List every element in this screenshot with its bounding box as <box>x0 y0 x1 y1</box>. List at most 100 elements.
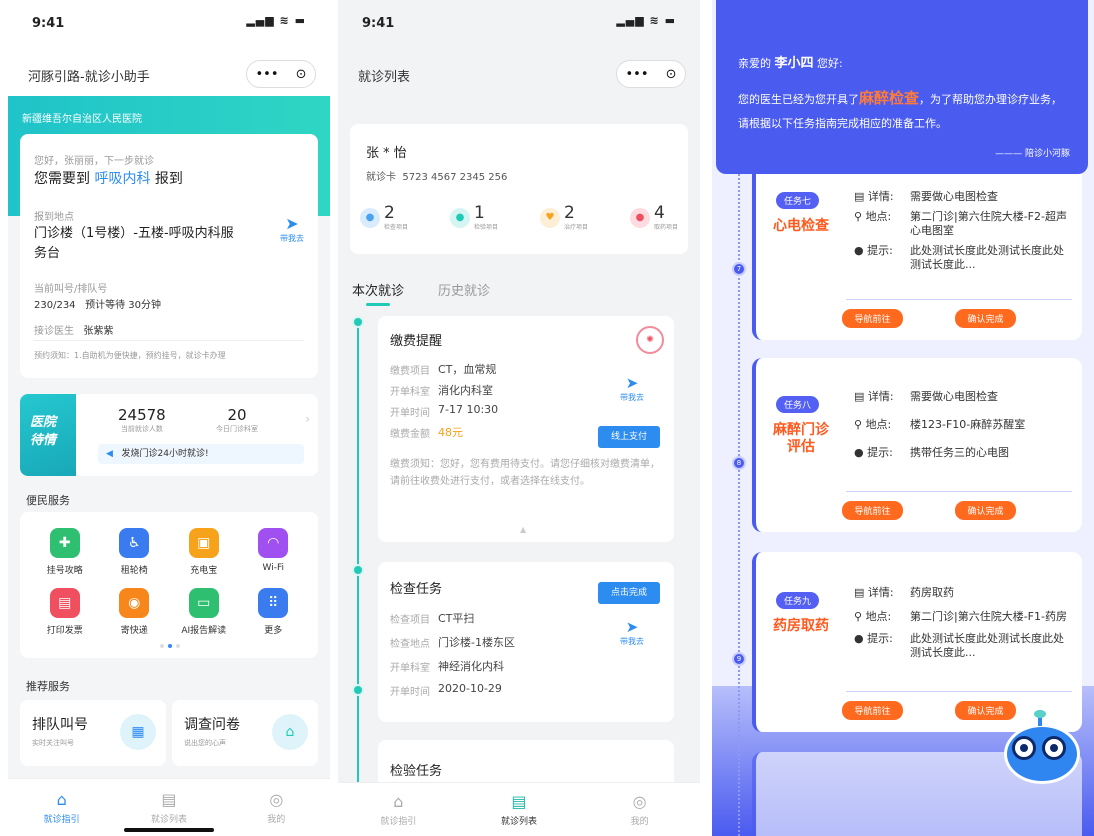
more-icon[interactable]: ••• <box>626 67 649 82</box>
tab-guide[interactable]: ⌂ 就诊指引 <box>32 790 92 825</box>
service-powerbank[interactable]: ▣ 充电宝 <box>169 528 239 576</box>
nav-button[interactable]: ➤ 带我去 <box>280 214 304 244</box>
tip-value: 携带任务三的心电图 <box>910 446 1009 459</box>
collapse-icon[interactable]: ▲ <box>520 525 526 534</box>
stat-num: 2 <box>384 203 395 223</box>
more-icon[interactable]: ••• <box>256 67 279 82</box>
tip-row: ● 提示: 携带任务三的心电图 <box>854 446 1072 460</box>
timeline-dot <box>352 684 364 696</box>
card-label: 就诊卡 <box>366 172 396 183</box>
nav-button[interactable]: ➤ 带我去 <box>620 618 644 647</box>
wait-time: 预计等待 30分钟 <box>85 300 161 311</box>
detail-row: ▤ 详情: 需要做心电图检查 <box>854 390 1072 404</box>
service-label: 租轮椅 <box>120 566 148 576</box>
tab-label: 我的 <box>630 817 649 827</box>
report-icon: ▭ <box>188 588 219 618</box>
hospital-name: 新疆维吾尔自治区人民医院 <box>22 114 142 125</box>
complete-button[interactable]: 点击完成 <box>598 582 660 604</box>
tab-mine[interactable]: ◎ 我的 <box>610 792 670 827</box>
service-more[interactable]: ⠿ 更多 <box>239 588 309 636</box>
fever-notice[interactable]: ◀ 发烧门诊24小时就诊! <box>98 444 304 464</box>
timeline-dot <box>352 564 364 576</box>
service-label: 挂号攻略 <box>46 566 83 576</box>
greeting-line: 亲爱的 李小四 您好: <box>738 52 843 71</box>
navigate-button[interactable]: 导航前往 <box>842 309 903 328</box>
guide-screen: 9:41 ▂▄▆ ≋ ▬ 河豚引路-就诊小助手 ••• ⊙ 新疆维吾尔自治区人民… <box>8 0 330 836</box>
navigate-icon: ➤ <box>625 374 639 392</box>
exam-row: 开单科室 神经消化内科 <box>390 658 515 674</box>
service-wheelchair[interactable]: ♿ 租轮椅 <box>100 528 170 576</box>
payment-notice: 缴费须知：您好，您有费用待支付。请您仔细核对缴费清单，请前往收费处进行支付，或者… <box>390 459 660 487</box>
pay-value: 消化内科室 <box>438 384 493 397</box>
stat-exam[interactable]: ● 2 检查项目 <box>360 204 408 231</box>
pin-icon: ⚲ <box>854 418 866 431</box>
tab-label: 就诊指引 <box>43 815 80 825</box>
nav-button[interactable]: ➤ 带我去 <box>620 374 644 403</box>
service-register-guide[interactable]: ✚ 挂号攻略 <box>30 528 100 576</box>
divider <box>846 491 1072 492</box>
rec-queue-card[interactable]: 排队叫号 实时关注叫号 ▦ <box>20 700 166 766</box>
exam-key: 检查地点 <box>390 639 430 650</box>
capsule-menu[interactable]: ••• ⊙ <box>616 60 686 88</box>
step-dot: 9 <box>732 652 746 666</box>
close-icon[interactable]: ⊙ <box>666 67 677 82</box>
exam-key: 检查项目 <box>390 615 430 626</box>
pay-key: 缴费金额 <box>390 429 430 440</box>
stat-label: 治疗项目 <box>563 224 588 231</box>
tab-history[interactable]: 历史就诊 <box>438 280 490 299</box>
tip-line: ● 提示: <box>854 446 910 460</box>
stat-label: 取药项目 <box>653 224 678 231</box>
wifi-icon: ◠ <box>258 528 289 558</box>
mascot-icon[interactable] <box>998 710 1084 790</box>
stat-label: 检验项目 <box>473 224 498 231</box>
stat-num: 2 <box>563 203 575 223</box>
stat-depts-num: 20 <box>227 406 247 424</box>
tab-label: 就诊列表 <box>150 815 187 825</box>
stat-num: 1 <box>473 203 485 223</box>
heart-icon: ♥ <box>539 207 560 228</box>
service-invoice[interactable]: ▤ 打印发票 <box>30 588 100 636</box>
navigate-button[interactable]: 导航前往 <box>842 701 903 720</box>
tab-mine[interactable]: ◎ 我的 <box>246 790 306 825</box>
tab-list[interactable]: ▤ 就诊列表 <box>489 792 549 827</box>
stat-medicine[interactable]: ● 4 取药项目 <box>629 204 678 231</box>
user-icon: ◎ <box>269 790 284 809</box>
capsule-menu[interactable]: ••• ⊙ <box>246 60 316 88</box>
timeline-dot <box>352 316 364 328</box>
exam-key: 开单时间 <box>390 687 430 698</box>
stat-visitors-num: 24578 <box>118 406 166 424</box>
pill-icon: ● <box>629 207 650 228</box>
stat-label: 检查项目 <box>384 224 409 231</box>
service-label: 充电宝 <box>190 566 218 576</box>
tab-list[interactable]: ▤ 就诊列表 <box>139 790 199 825</box>
chevron-right-icon: › <box>305 412 310 426</box>
rec-survey-title: 调查问卷 <box>184 717 240 733</box>
hospital-stats-card[interactable]: 医院 待情 24578 当前就诊人数 20 今日门诊科室 › ◀ 发烧门诊24小… <box>20 394 318 476</box>
location-value: 第二门诊|第六住院大楼-F2-超声心电图室 <box>910 210 1067 237</box>
patient-name: 张 * 怡 <box>366 146 407 161</box>
user-name: 李小四 <box>774 56 814 71</box>
divider <box>34 340 304 341</box>
task-tag: 任务八 <box>776 396 820 413</box>
exam-title: 检查任务 <box>390 582 443 597</box>
service-express[interactable]: ◉ 寄快递 <box>100 588 170 636</box>
stat-lab[interactable]: ● 1 检验项目 <box>449 203 498 231</box>
online-pay-button[interactable]: 线上支付 <box>598 426 660 448</box>
close-icon[interactable]: ⊙ <box>296 67 307 82</box>
location-value: 第二门诊|第六住院大楼-F1-药房 <box>910 610 1067 623</box>
service-ai-report[interactable]: ▭ AI报告解读 <box>169 588 239 636</box>
pin-icon: ⚲ <box>854 610 866 623</box>
confirm-button[interactable]: 确认完成 <box>955 501 1016 520</box>
stat-treatment[interactable]: ♥ 2 治疗项目 <box>539 203 588 231</box>
nav-bar: 就诊列表 ••• ⊙ <box>338 56 700 92</box>
tab-current[interactable]: 本次就诊 <box>352 280 404 306</box>
navigate-button[interactable]: 导航前往 <box>842 501 903 520</box>
payment-title: 缴费提醒 <box>390 334 443 349</box>
confirm-button[interactable]: 确认完成 <box>955 309 1016 328</box>
pay-key: 开单时间 <box>390 408 430 419</box>
service-wifi[interactable]: ◠ Wi-Fi <box>239 528 309 576</box>
tab-guide[interactable]: ⌂ 就诊指引 <box>368 792 428 827</box>
queue-value: 230/234 <box>34 300 76 311</box>
rec-survey-card[interactable]: 调查问卷 说出您的心声 ⌂ <box>172 700 318 766</box>
exam-row: 开单时间 2020-10-29 <box>390 682 515 698</box>
